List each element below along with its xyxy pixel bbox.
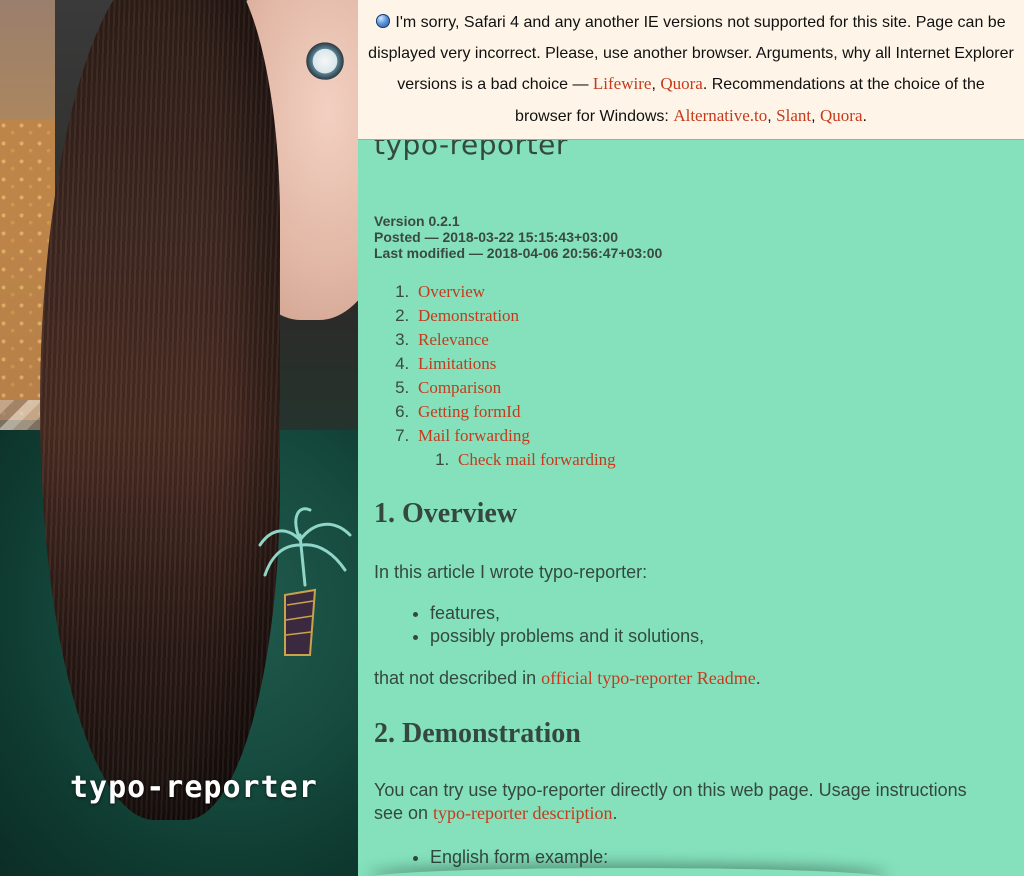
section-heading-demonstration: 2. Demonstration	[374, 718, 581, 749]
list-item: English form example:	[430, 846, 608, 869]
toc-link-mail-forwarding[interactable]: Mail forwarding	[414, 426, 530, 445]
modified-date: Last modified — 2018-04-06 20:56:47+03:0…	[374, 245, 663, 261]
toc-item-demonstration: Demonstration	[414, 304, 616, 328]
warning-sep-1: ,	[651, 76, 661, 93]
demonstration-text: You can try use typo-reporter directly o…	[374, 779, 994, 825]
eye	[298, 38, 358, 80]
demonstration-bullets: English form example:	[374, 846, 608, 869]
list-item: features,	[430, 602, 704, 625]
toc-link-relevance[interactable]: Relevance	[414, 330, 489, 349]
description-link[interactable]: typo-reporter description	[433, 803, 612, 823]
demonstration-text-end: .	[612, 803, 618, 823]
toc-subitem-check-mail: Check mail forwarding	[454, 448, 616, 472]
toc-link-check-mail-forwarding[interactable]: Check mail forwarding	[454, 450, 616, 469]
overview-bullets: features, possibly problems and it solut…	[374, 602, 704, 648]
toc-item-mail-forwarding: Mail forwarding Check mail forwarding	[414, 424, 616, 472]
toc-link-demonstration[interactable]: Demonstration	[414, 306, 519, 325]
list-item: possibly problems and it solutions,	[430, 625, 704, 648]
alternativeto-link[interactable]: Alternative.to	[673, 106, 767, 125]
quora-link-1[interactable]: Quora	[660, 74, 702, 93]
form-example-frame	[368, 868, 888, 876]
overview-intro: In this article I wrote typo-reporter:	[374, 562, 648, 582]
overview-outro-end: .	[755, 668, 761, 688]
overview-outro: that not described in official typo-repo…	[374, 667, 994, 690]
quora-link-2[interactable]: Quora	[820, 106, 862, 125]
hair	[40, 0, 280, 820]
article-meta: Version 0.2.1 Posted — 2018-03-22 15:15:…	[374, 213, 662, 261]
toc-link-getting-formid[interactable]: Getting formId	[414, 402, 520, 421]
toc-item-overview: Overview	[414, 280, 616, 304]
toc-item-limitations: Limitations	[414, 352, 616, 376]
posted-date: Posted — 2018-03-22 15:15:43+03:00	[374, 229, 618, 245]
warning-text-3: .	[862, 107, 867, 125]
section-heading-overview: 1. Overview	[374, 498, 518, 529]
overview-outro-text: that not described in	[374, 668, 542, 688]
palm-embroidery-icon	[258, 507, 352, 656]
warning-sep-2: ,	[767, 107, 777, 125]
warning-sep-3: ,	[811, 107, 820, 125]
hero-image: typo-reporter	[0, 0, 358, 876]
toc-link-comparison[interactable]: Comparison	[414, 378, 501, 397]
browser-warning-banner: I'm sorry, Safari 4 and any another IE v…	[358, 0, 1024, 140]
table-of-contents: Overview Demonstration Relevance Limitat…	[374, 280, 616, 472]
toc-link-overview[interactable]: Overview	[414, 282, 485, 301]
toc-sublist: Check mail forwarding	[414, 448, 616, 472]
globe-icon	[376, 14, 391, 28]
hero-title: typo-reporter	[70, 770, 318, 805]
version-label: Version 0.2.1	[374, 213, 460, 229]
toc-item-relevance: Relevance	[414, 328, 616, 352]
toc-item-comparison: Comparison	[414, 376, 616, 400]
lifewire-link[interactable]: Lifewire	[593, 74, 652, 93]
toc-link-limitations[interactable]: Limitations	[414, 354, 496, 373]
slant-link[interactable]: Slant	[776, 106, 811, 125]
readme-link[interactable]: official typo-reporter Readme	[541, 668, 756, 688]
toc-item-getting-formid: Getting formId	[414, 400, 616, 424]
